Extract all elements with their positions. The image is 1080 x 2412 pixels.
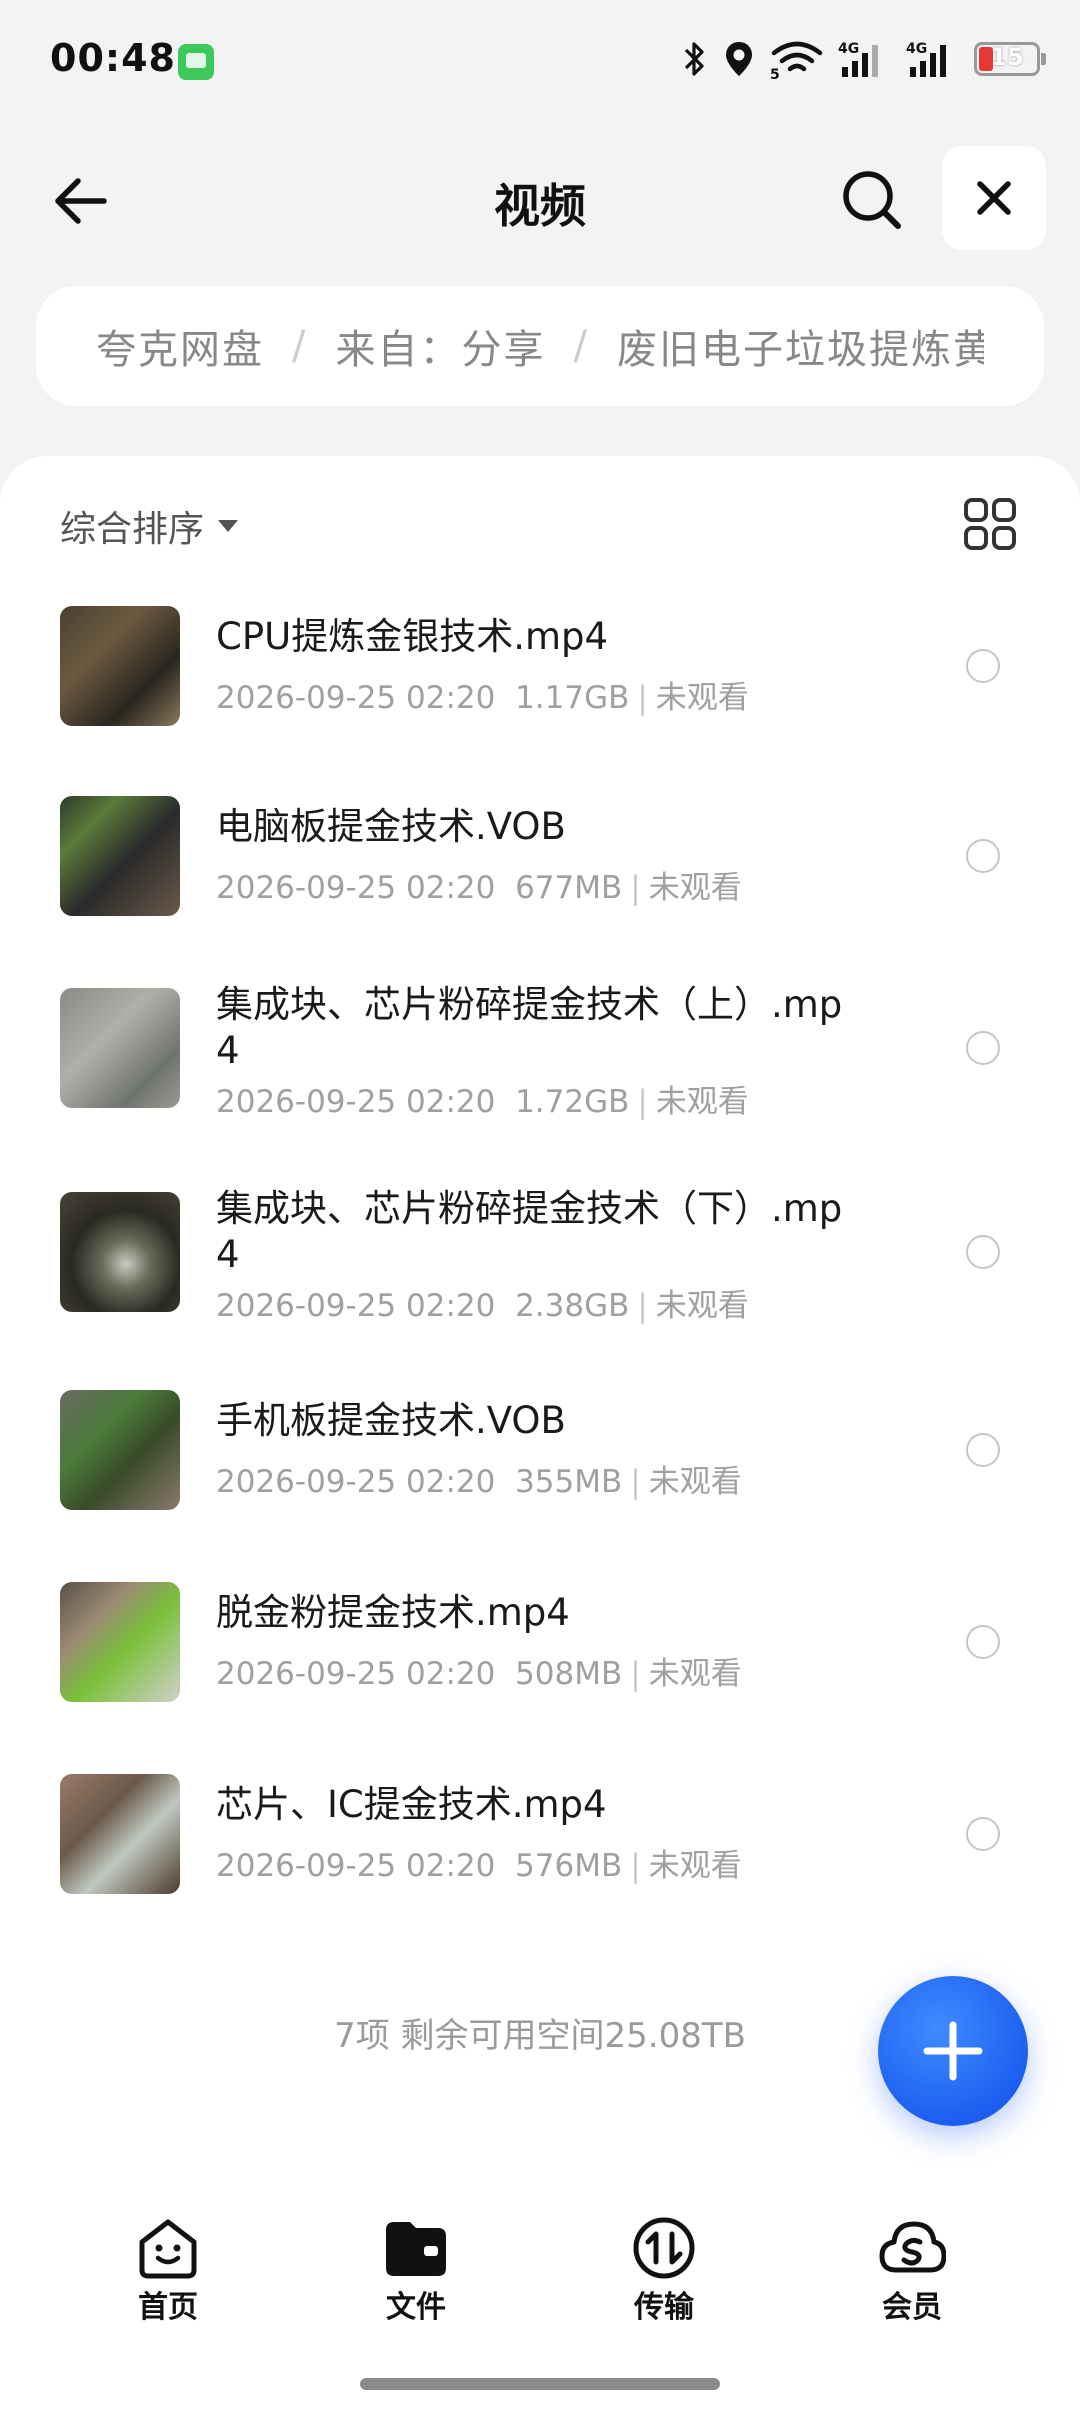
tab-transfer[interactable]: 传输	[584, 2200, 744, 2325]
close-button[interactable]	[942, 146, 1046, 250]
list-item[interactable]: 脱金粉提金技术.mp4 2026-09-25 02:20 508MB | 未观看	[0, 1582, 1080, 1774]
video-thumbnail	[60, 1774, 180, 1894]
svg-text:4G: 4G	[838, 41, 859, 57]
select-radio[interactable]	[966, 1031, 1000, 1065]
breadcrumb-item[interactable]: 来自：分享	[335, 317, 545, 375]
list-item[interactable]: 电脑板提金技术.VOB 2026-09-25 02:20 677MB | 未观看	[0, 796, 1080, 988]
select-radio[interactable]	[966, 649, 1000, 683]
breadcrumb-item[interactable]: 夸克网盘	[96, 317, 264, 375]
app-notification-icon	[178, 44, 214, 80]
file-meta: 2026-09-25 02:20 1.17GB | 未观看	[216, 680, 749, 716]
tab-label: 传输	[634, 2290, 694, 2325]
file-meta: 2026-09-25 02:20 2.38GB | 未观看	[216, 1288, 749, 1324]
signal-4g-icon: 4G	[838, 39, 892, 79]
sort-dropdown[interactable]: 综合排序	[60, 496, 239, 556]
file-name: CPU提炼金银技术.mp4	[216, 615, 609, 658]
video-thumbnail	[60, 1192, 180, 1312]
tab-label: 文件	[386, 2290, 446, 2325]
status-icons: 5 4G 4G 15	[682, 34, 1046, 84]
file-name: 芯片、IC提金技术.mp4	[216, 1783, 607, 1826]
file-meta: 2026-09-25 02:20 355MB | 未观看	[216, 1464, 742, 1500]
wifi-icon: 5	[770, 39, 824, 79]
grid-view-button[interactable]	[960, 494, 1020, 554]
breadcrumb-separator: /	[292, 323, 308, 369]
select-radio[interactable]	[966, 839, 1000, 873]
page-title: 视频	[494, 179, 586, 233]
file-meta: 2026-09-25 02:20 576MB | 未观看	[216, 1848, 742, 1884]
header: 视频	[0, 140, 1080, 260]
file-name: 脱金粉提金技术.mp4	[216, 1591, 570, 1634]
breadcrumb-item[interactable]: 废旧电子垃圾提炼黄金	[617, 317, 984, 375]
video-thumbnail	[60, 606, 180, 726]
bottom-tab-bar: 首页 文件 传输 会员	[0, 2200, 1080, 2325]
video-thumbnail	[60, 1390, 180, 1510]
video-thumbnail	[60, 1582, 180, 1702]
file-name: 电脑板提金技术.VOB	[216, 805, 566, 848]
search-icon	[843, 171, 901, 229]
grid-view-icon	[964, 498, 1016, 550]
status-time: 00:48	[50, 36, 176, 80]
video-thumbnail	[60, 796, 180, 916]
select-radio[interactable]	[966, 1625, 1000, 1659]
tab-label: 首页	[138, 2290, 198, 2325]
list-item[interactable]: 集成块、芯片粉碎提金技术（下）.mp4 2026-09-25 02:20 2.3…	[0, 1187, 1080, 1390]
plus-icon	[923, 2021, 983, 2081]
cloud-member-icon	[879, 2221, 946, 2273]
breadcrumb: 夸克网盘 / 来自：分享 / 废旧电子垃圾提炼黄金	[36, 286, 1044, 406]
list-item[interactable]: 手机板提金技术.VOB 2026-09-25 02:20 355MB | 未观看	[0, 1390, 1080, 1582]
home-indicator[interactable]	[360, 2378, 720, 2390]
file-name: 手机板提金技术.VOB	[216, 1399, 566, 1442]
file-name: 集成块、芯片粉碎提金技术（上）.mp4	[216, 983, 843, 1072]
file-list: CPU提炼金银技术.mp4 2026-09-25 02:20 1.17GB | 未观…	[0, 606, 1080, 1966]
home-smile-icon	[139, 2219, 197, 2279]
tab-files[interactable]: 文件	[336, 2200, 496, 2325]
sort-label: 综合排序	[60, 509, 205, 550]
file-name: 集成块、芯片粉碎提金技术（下）.mp4	[216, 1187, 843, 1276]
video-thumbnail	[60, 988, 180, 1108]
battery-level: 15	[990, 43, 1024, 71]
caret-down-icon	[218, 520, 239, 532]
file-meta: 2026-09-25 02:20 1.72GB | 未观看	[216, 1084, 749, 1120]
tab-home[interactable]: 首页	[88, 2200, 248, 2325]
add-button[interactable]	[878, 1976, 1028, 2126]
file-meta: 2026-09-25 02:20 508MB | 未观看	[216, 1656, 742, 1692]
select-radio[interactable]	[966, 1817, 1000, 1851]
tab-label: 会员	[882, 2290, 942, 2325]
signal-4g-icon: 4G	[906, 39, 960, 79]
file-panel: 综合排序 CPU提炼金银技术.mp4 2026-09-25 02:20 1.17…	[0, 456, 1080, 2412]
svg-text:5: 5	[770, 67, 780, 79]
select-radio[interactable]	[966, 1235, 1000, 1269]
close-icon	[977, 181, 1011, 215]
search-button[interactable]	[834, 162, 910, 238]
list-item[interactable]: 芯片、IC提金技术.mp4 2026-09-25 02:20 576MB | 未观看	[0, 1774, 1080, 1966]
status-bar: 00:48 5 4G 4G 15	[0, 0, 1080, 120]
bluetooth-icon	[682, 39, 708, 79]
transfer-icon	[633, 2217, 695, 2279]
breadcrumb-separator: /	[573, 323, 589, 369]
location-icon	[722, 39, 756, 79]
battery-icon: 15	[974, 42, 1046, 76]
select-radio[interactable]	[966, 1433, 1000, 1467]
folder-icon	[386, 2222, 446, 2276]
file-meta: 2026-09-25 02:20 677MB | 未观看	[216, 870, 742, 906]
list-item[interactable]: 集成块、芯片粉碎提金技术（上）.mp4 2026-09-25 02:20 1.7…	[0, 983, 1080, 1192]
list-item[interactable]: CPU提炼金银技术.mp4 2026-09-25 02:20 1.17GB | 未观…	[0, 606, 1080, 796]
tab-member[interactable]: 会员	[832, 2200, 992, 2325]
svg-text:4G: 4G	[906, 41, 927, 57]
